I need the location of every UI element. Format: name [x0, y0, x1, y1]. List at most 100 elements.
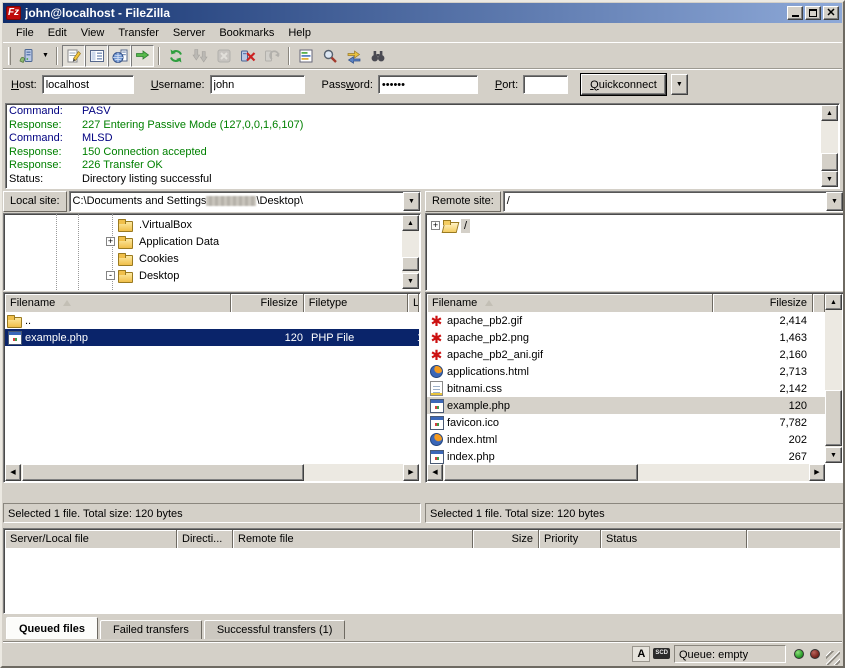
column-header-filesize[interactable]: Filesize [713, 294, 813, 312]
column-header-filename[interactable]: Filename [5, 294, 231, 312]
remote-path-dropdown[interactable]: ▼ [826, 192, 843, 211]
column-header-filename[interactable]: Filename [427, 294, 713, 312]
scroll-right-icon[interactable]: ▶ [403, 464, 419, 481]
toggle-message-log-button[interactable] [62, 45, 85, 67]
file-row[interactable]: favicon.ico7,782 [427, 414, 825, 431]
column-header-last-modified[interactable]: L [408, 294, 419, 312]
queue-column-priority[interactable]: Priority [539, 530, 601, 548]
process-queue-button[interactable] [188, 45, 212, 67]
menu-server[interactable]: Server [166, 25, 212, 41]
scroll-down-icon[interactable]: ▼ [825, 447, 842, 463]
site-manager-button[interactable] [15, 45, 39, 67]
sort-ascending-icon [485, 300, 493, 306]
scroll-up-icon[interactable]: ▲ [402, 215, 419, 231]
resize-grip[interactable] [826, 651, 840, 665]
toolbar-grip[interactable] [8, 47, 11, 65]
scroll-left-icon[interactable]: ◀ [5, 464, 21, 481]
scroll-down-icon[interactable]: ▼ [821, 171, 838, 187]
cancel-button[interactable] [212, 45, 236, 67]
menu-view[interactable]: View [74, 25, 112, 41]
log-scrollbar[interactable]: ▲ ▼ [821, 105, 838, 187]
chevron-down-icon: ▼ [408, 198, 415, 205]
tree-item[interactable]: +Application Data [106, 233, 400, 250]
data-type-indicator-icon[interactable]: A [632, 646, 650, 662]
file-row[interactable]: index.php267 [427, 448, 825, 465]
scroll-down-icon[interactable]: ▼ [402, 273, 419, 289]
toggle-remote-tree-button[interactable] [108, 45, 131, 67]
titlebar[interactable]: Fz john@localhost - FileZilla ✕ [3, 3, 842, 23]
local-list-hscrollbar[interactable]: ◀ ▶ [5, 464, 419, 481]
username-input[interactable] [210, 75, 305, 94]
menu-bookmarks[interactable]: Bookmarks [212, 25, 281, 41]
refresh-button[interactable] [164, 45, 188, 67]
file-row[interactable]: applications.html2,713 [427, 363, 825, 380]
file-row[interactable]: example.php120 [427, 397, 825, 414]
file-row[interactable]: bitnami.css2,142 [427, 380, 825, 397]
reconnect-button[interactable] [260, 45, 284, 67]
queue-column-remote-file[interactable]: Remote file [233, 530, 473, 548]
queue-column-direction[interactable]: Directi... [177, 530, 233, 548]
scrollbar-thumb[interactable] [825, 390, 842, 446]
file-row[interactable]: .. [5, 312, 419, 329]
menu-transfer[interactable]: Transfer [111, 25, 166, 41]
file-row[interactable]: example.php 120 PHP File 1 [5, 329, 419, 346]
search-button[interactable] [366, 45, 390, 67]
file-row[interactable]: index.html202 [427, 431, 825, 448]
scroll-up-icon[interactable]: ▲ [821, 105, 838, 121]
disconnect-button[interactable] [236, 45, 260, 67]
scrollbar-thumb[interactable] [402, 257, 419, 271]
scroll-right-icon[interactable]: ▶ [809, 464, 825, 481]
toggle-local-tree-button[interactable] [85, 45, 108, 67]
binoculars-icon [370, 48, 386, 64]
queue-column-server-local-file[interactable]: Server/Local file [5, 530, 177, 548]
close-button[interactable]: ✕ [823, 6, 839, 20]
synchronized-browsing-button[interactable] [342, 45, 366, 67]
tab-failed-transfers[interactable]: Failed transfers [100, 620, 202, 639]
column-header-filetype[interactable]: Filetype [304, 294, 408, 312]
local-file-rows: .. example.php 120 PHP File 1 [5, 312, 419, 481]
expander-icon[interactable]: - [106, 271, 115, 280]
port-input[interactable] [523, 75, 568, 94]
host-input[interactable] [42, 75, 134, 94]
column-header-filesize[interactable]: Filesize [231, 294, 304, 312]
quickconnect-button[interactable]: Quickconnect [581, 74, 666, 95]
redacted-username [206, 196, 256, 206]
local-path-combobox[interactable]: C:\Documents and Settings\Desktop\ ▼ [69, 191, 421, 212]
apache-file-icon [429, 314, 444, 328]
queue-column-status[interactable]: Status [601, 530, 747, 548]
quickconnect-dropdown[interactable]: ▼ [671, 74, 688, 95]
scroll-left-icon[interactable]: ◀ [427, 464, 443, 481]
queue-column-size[interactable]: Size [473, 530, 539, 548]
minimize-button[interactable] [787, 6, 803, 20]
local-path-dropdown[interactable]: ▼ [403, 192, 420, 211]
expander-icon[interactable]: + [106, 237, 115, 246]
menu-file[interactable]: File [9, 25, 41, 41]
directory-comparison-button[interactable] [318, 45, 342, 67]
remote-list-hscrollbar[interactable]: ◀ ▶ [427, 464, 825, 481]
scrollbar-thumb[interactable] [821, 153, 838, 171]
site-manager-dropdown[interactable]: ▼ [39, 45, 52, 67]
toggle-queue-button[interactable] [131, 45, 154, 67]
menu-edit[interactable]: Edit [41, 25, 74, 41]
speed-limit-indicator-icon[interactable]: SCD [653, 648, 670, 659]
expander-icon[interactable]: + [431, 221, 440, 230]
filter-button[interactable] [294, 45, 318, 67]
remote-path-combobox[interactable]: / ▼ [503, 191, 844, 212]
tree-item[interactable]: Cookies [106, 250, 400, 267]
scrollbar-thumb[interactable] [444, 464, 638, 481]
tree-item[interactable]: .VirtualBox [106, 216, 400, 233]
password-input[interactable] [378, 75, 478, 94]
maximize-button[interactable] [805, 6, 821, 20]
file-row[interactable]: apache_pb2_ani.gif2,160 [427, 346, 825, 363]
file-row[interactable]: apache_pb2.gif2,414 [427, 312, 825, 329]
menu-help[interactable]: Help [281, 25, 318, 41]
scrollbar-thumb[interactable] [22, 464, 304, 481]
tab-successful-transfers[interactable]: Successful transfers (1) [204, 620, 346, 639]
file-row[interactable]: apache_pb2.png1,463 [427, 329, 825, 346]
tab-queued-files[interactable]: Queued files [6, 617, 98, 639]
tree-item[interactable]: -Desktop [106, 267, 400, 284]
tree-item[interactable]: +/ [431, 217, 470, 234]
scroll-up-icon[interactable]: ▲ [825, 294, 842, 310]
local-tree-scrollbar[interactable]: ▲ ▼ [402, 215, 419, 289]
remote-list-vscrollbar[interactable]: ▲ ▼ [825, 294, 842, 463]
